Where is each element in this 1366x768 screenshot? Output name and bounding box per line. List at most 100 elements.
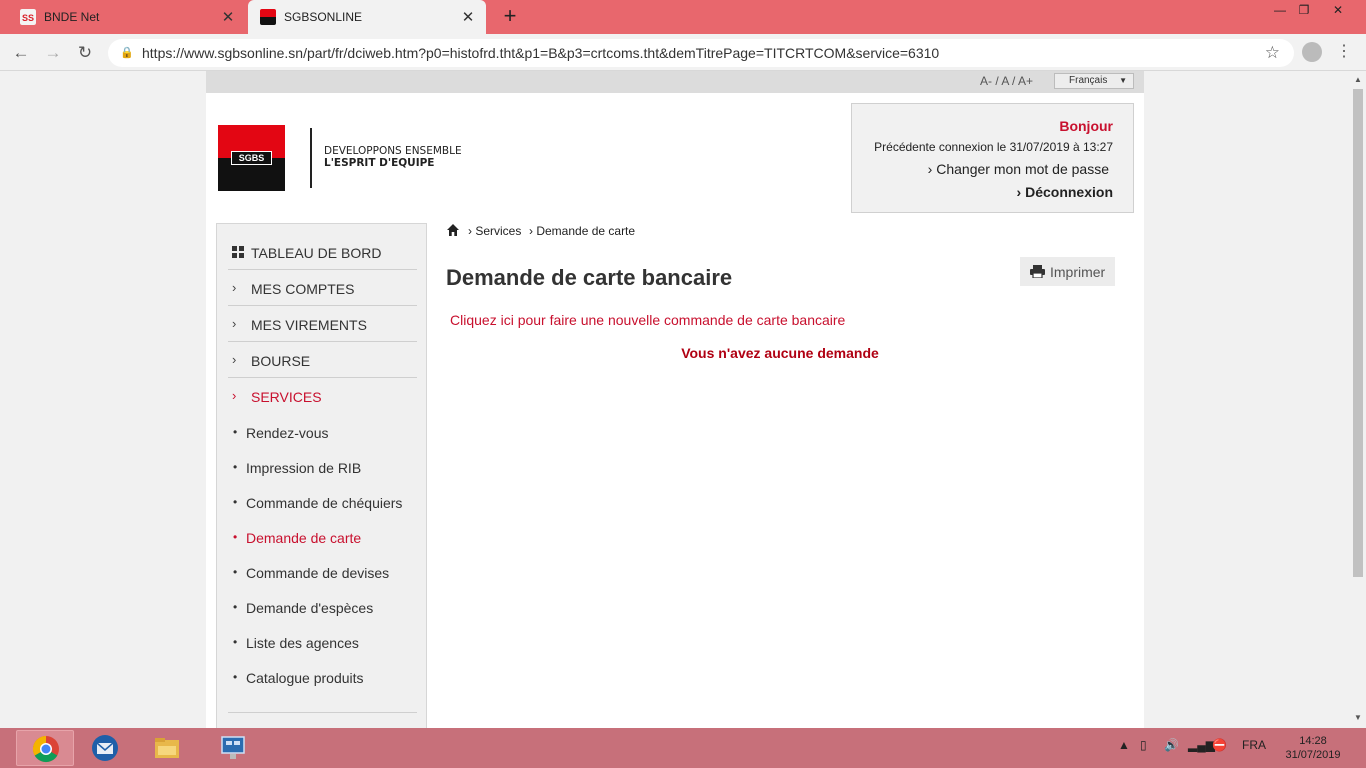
network-app-icon <box>221 736 245 759</box>
taskbar-chrome[interactable] <box>16 730 74 766</box>
sidebar-item-bourse[interactable]: › BOURSE <box>228 342 417 378</box>
bullet-icon: • <box>233 565 238 579</box>
sidebar-item-tableau-de-bord[interactable]: TABLEAU DE BORD <box>228 234 417 270</box>
bnde-favicon: SS <box>20 9 36 25</box>
sidebar-subitem-impression-rib[interactable]: • Impression de RIB <box>233 460 423 480</box>
scroll-up-icon[interactable]: ▲ <box>1350 75 1366 84</box>
tab-sgbsonline[interactable]: SGBSONLINE ✕ <box>248 0 486 34</box>
sidebar-subitem-commande-devises[interactable]: • Commande de devises <box>233 565 423 585</box>
sidebar-subitem-commande-chequiers[interactable]: • Commande de chéquiers <box>233 495 423 515</box>
sidebar-item-label: BOURSE <box>251 353 311 369</box>
file-explorer-icon <box>155 738 179 758</box>
slogan-line-1: DEVELOPPONS ENSEMBLE <box>324 145 462 157</box>
sidebar-subitem-label: Commande de chéquiers <box>246 495 403 511</box>
home-icon[interactable] <box>446 223 460 237</box>
logo-divider <box>310 128 312 188</box>
user-panel: Bonjour Précédente connexion le 31/07/20… <box>851 103 1134 213</box>
chevron-right-icon: › <box>927 161 937 177</box>
sidebar-subitem-demande-carte[interactable]: • Demande de carte <box>233 530 423 550</box>
sidebar-item-label: MES VIREMENTS <box>251 317 367 333</box>
chevron-right-icon: › <box>232 352 237 367</box>
address-bar[interactable]: 🔒 https://www.sgbsonline.sn/part/fr/dciw… <box>108 39 1294 67</box>
tab-title: SGBSONLINE <box>284 10 363 24</box>
system-clock[interactable]: 14:28 31/07/2019 <box>1276 734 1350 762</box>
close-tab-icon[interactable]: ✕ <box>216 8 240 26</box>
bookmark-star-icon[interactable]: ☆ <box>1265 39 1280 67</box>
clock-time: 14:28 <box>1299 735 1327 747</box>
network-signal-icon[interactable]: ▂▄▆ <box>1188 738 1215 752</box>
print-label: Imprimer <box>1050 264 1106 280</box>
bullet-icon: • <box>233 600 238 614</box>
print-button[interactable]: Imprimer <box>1020 257 1115 286</box>
language-select[interactable]: Français ▼ <box>1054 73 1134 89</box>
sidebar-subitem-label: Demande de carte <box>246 530 362 546</box>
slogan: DEVELOPPONS ENSEMBLE L'ESPRIT D'EQUIPE <box>324 145 462 169</box>
bullet-icon: • <box>233 460 238 474</box>
close-window-icon[interactable]: ✕ <box>1322 0 1354 22</box>
font-size-controls[interactable]: A- / A / A+ <box>980 74 1033 88</box>
sidebar-subitem-label: Rendez-vous <box>246 425 329 441</box>
sgbs-logo[interactable]: SGBS <box>218 125 285 191</box>
sidebar-subitem-label: Commande de devises <box>246 565 390 581</box>
sidebar-item-services[interactable]: › SERVICES <box>228 378 417 414</box>
security-alert-icon[interactable]: ⛔ <box>1212 738 1227 752</box>
chevron-down-icon: ▼ <box>1119 76 1127 85</box>
scrollbar-thumb[interactable] <box>1353 89 1363 577</box>
sidebar-item-mes-comptes[interactable]: › MES COMPTES <box>228 270 417 306</box>
input-language[interactable]: FRA <box>1242 738 1266 752</box>
top-utility-strip: A- / A / A+ Français ▼ <box>206 71 1144 93</box>
taskbar-thunderbird[interactable] <box>76 730 134 766</box>
scroll-down-icon[interactable]: ▼ <box>1350 713 1366 722</box>
volume-icon[interactable]: 🔊 <box>1164 738 1179 752</box>
breadcrumb-services[interactable]: › Services <box>468 224 521 238</box>
battery-icon[interactable]: ▯ <box>1140 738 1147 752</box>
page-scrollbar[interactable]: ▲ ▼ <box>1350 71 1366 728</box>
greeting: Bonjour <box>1059 118 1113 134</box>
sidebar-subitem-demande-especes[interactable]: • Demande d'espèces <box>233 600 423 620</box>
chevron-right-icon: › <box>232 280 237 295</box>
breadcrumb-current-label: Demande de carte <box>536 224 636 238</box>
sgbs-favicon <box>260 9 276 25</box>
sidebar-subitem-rendez-vous[interactable]: • Rendez-vous <box>233 425 423 445</box>
sidebar-item-mes-virements[interactable]: › MES VIREMENTS <box>228 306 417 342</box>
windows-taskbar: ▲ ▯ 🔊 ▂▄▆ ⛔ FRA 14:28 31/07/2019 <box>0 728 1366 768</box>
tab-bnde-net[interactable]: SS BNDE Net ✕ <box>8 0 246 34</box>
browser-menu-icon[interactable]: ⋮ <box>1334 40 1354 64</box>
sidebar-subitem-label: Demande d'espèces <box>246 600 374 616</box>
profile-avatar-icon[interactable] <box>1302 42 1322 62</box>
chrome-icon <box>32 735 59 763</box>
new-card-order-link[interactable]: Cliquez ici pour faire une nouvelle comm… <box>450 312 845 328</box>
last-login: Précédente connexion le 31/07/2019 à 13:… <box>874 140 1113 154</box>
sidebar-divider <box>228 712 417 713</box>
page-container: A- / A / A+ Français ▼ SGBS DEVELOPPONS … <box>206 71 1144 728</box>
reload-icon[interactable]: ↻ <box>72 40 98 66</box>
breadcrumb-services-label: Services <box>475 224 522 238</box>
browser-tab-bar: SS BNDE Net ✕ SGBSONLINE ✕ + — ❐ ✕ <box>0 0 1366 34</box>
close-tab-icon[interactable]: ✕ <box>456 8 480 26</box>
thunderbird-icon <box>92 735 118 761</box>
tray-expand-icon[interactable]: ▲ <box>1118 738 1130 752</box>
bullet-icon: • <box>233 635 238 649</box>
back-arrow-icon[interactable]: ← <box>8 40 34 66</box>
taskbar-file-explorer[interactable] <box>138 730 196 766</box>
sidebar-subitem-label: Impression de RIB <box>246 460 362 476</box>
sidebar-item-label: MES COMPTES <box>251 281 355 297</box>
logout-label: Déconnexion <box>1025 184 1113 200</box>
sidebar-subitem-liste-agences[interactable]: • Liste des agences <box>233 635 423 655</box>
new-tab-icon[interactable]: + <box>498 5 522 29</box>
clock-date: 31/07/2019 <box>1285 749 1341 761</box>
sidebar-subitem-catalogue-produits[interactable]: • Catalogue produits <box>233 670 423 690</box>
logout-link[interactable]: › Déconnexion <box>1017 184 1113 200</box>
change-password-label: Changer mon mot de passe <box>936 161 1109 177</box>
chevron-right-icon: › <box>232 388 237 403</box>
breadcrumb-demande-carte: › Demande de carte <box>529 224 636 238</box>
taskbar-network-app[interactable] <box>204 730 262 766</box>
sidebar-item-label: TABLEAU DE BORD <box>251 245 382 261</box>
forward-arrow-icon[interactable]: → <box>40 40 66 66</box>
dashboard-icon <box>232 246 244 258</box>
sidebar-menu: TABLEAU DE BORD › MES COMPTES › MES VIRE… <box>216 223 427 728</box>
restore-icon[interactable]: ❐ <box>1288 0 1320 22</box>
page-viewport: A- / A / A+ Français ▼ SGBS DEVELOPPONS … <box>0 71 1350 728</box>
change-password-link[interactable]: › Changer mon mot de passe <box>928 161 1109 177</box>
chevron-right-icon: › <box>232 316 237 331</box>
